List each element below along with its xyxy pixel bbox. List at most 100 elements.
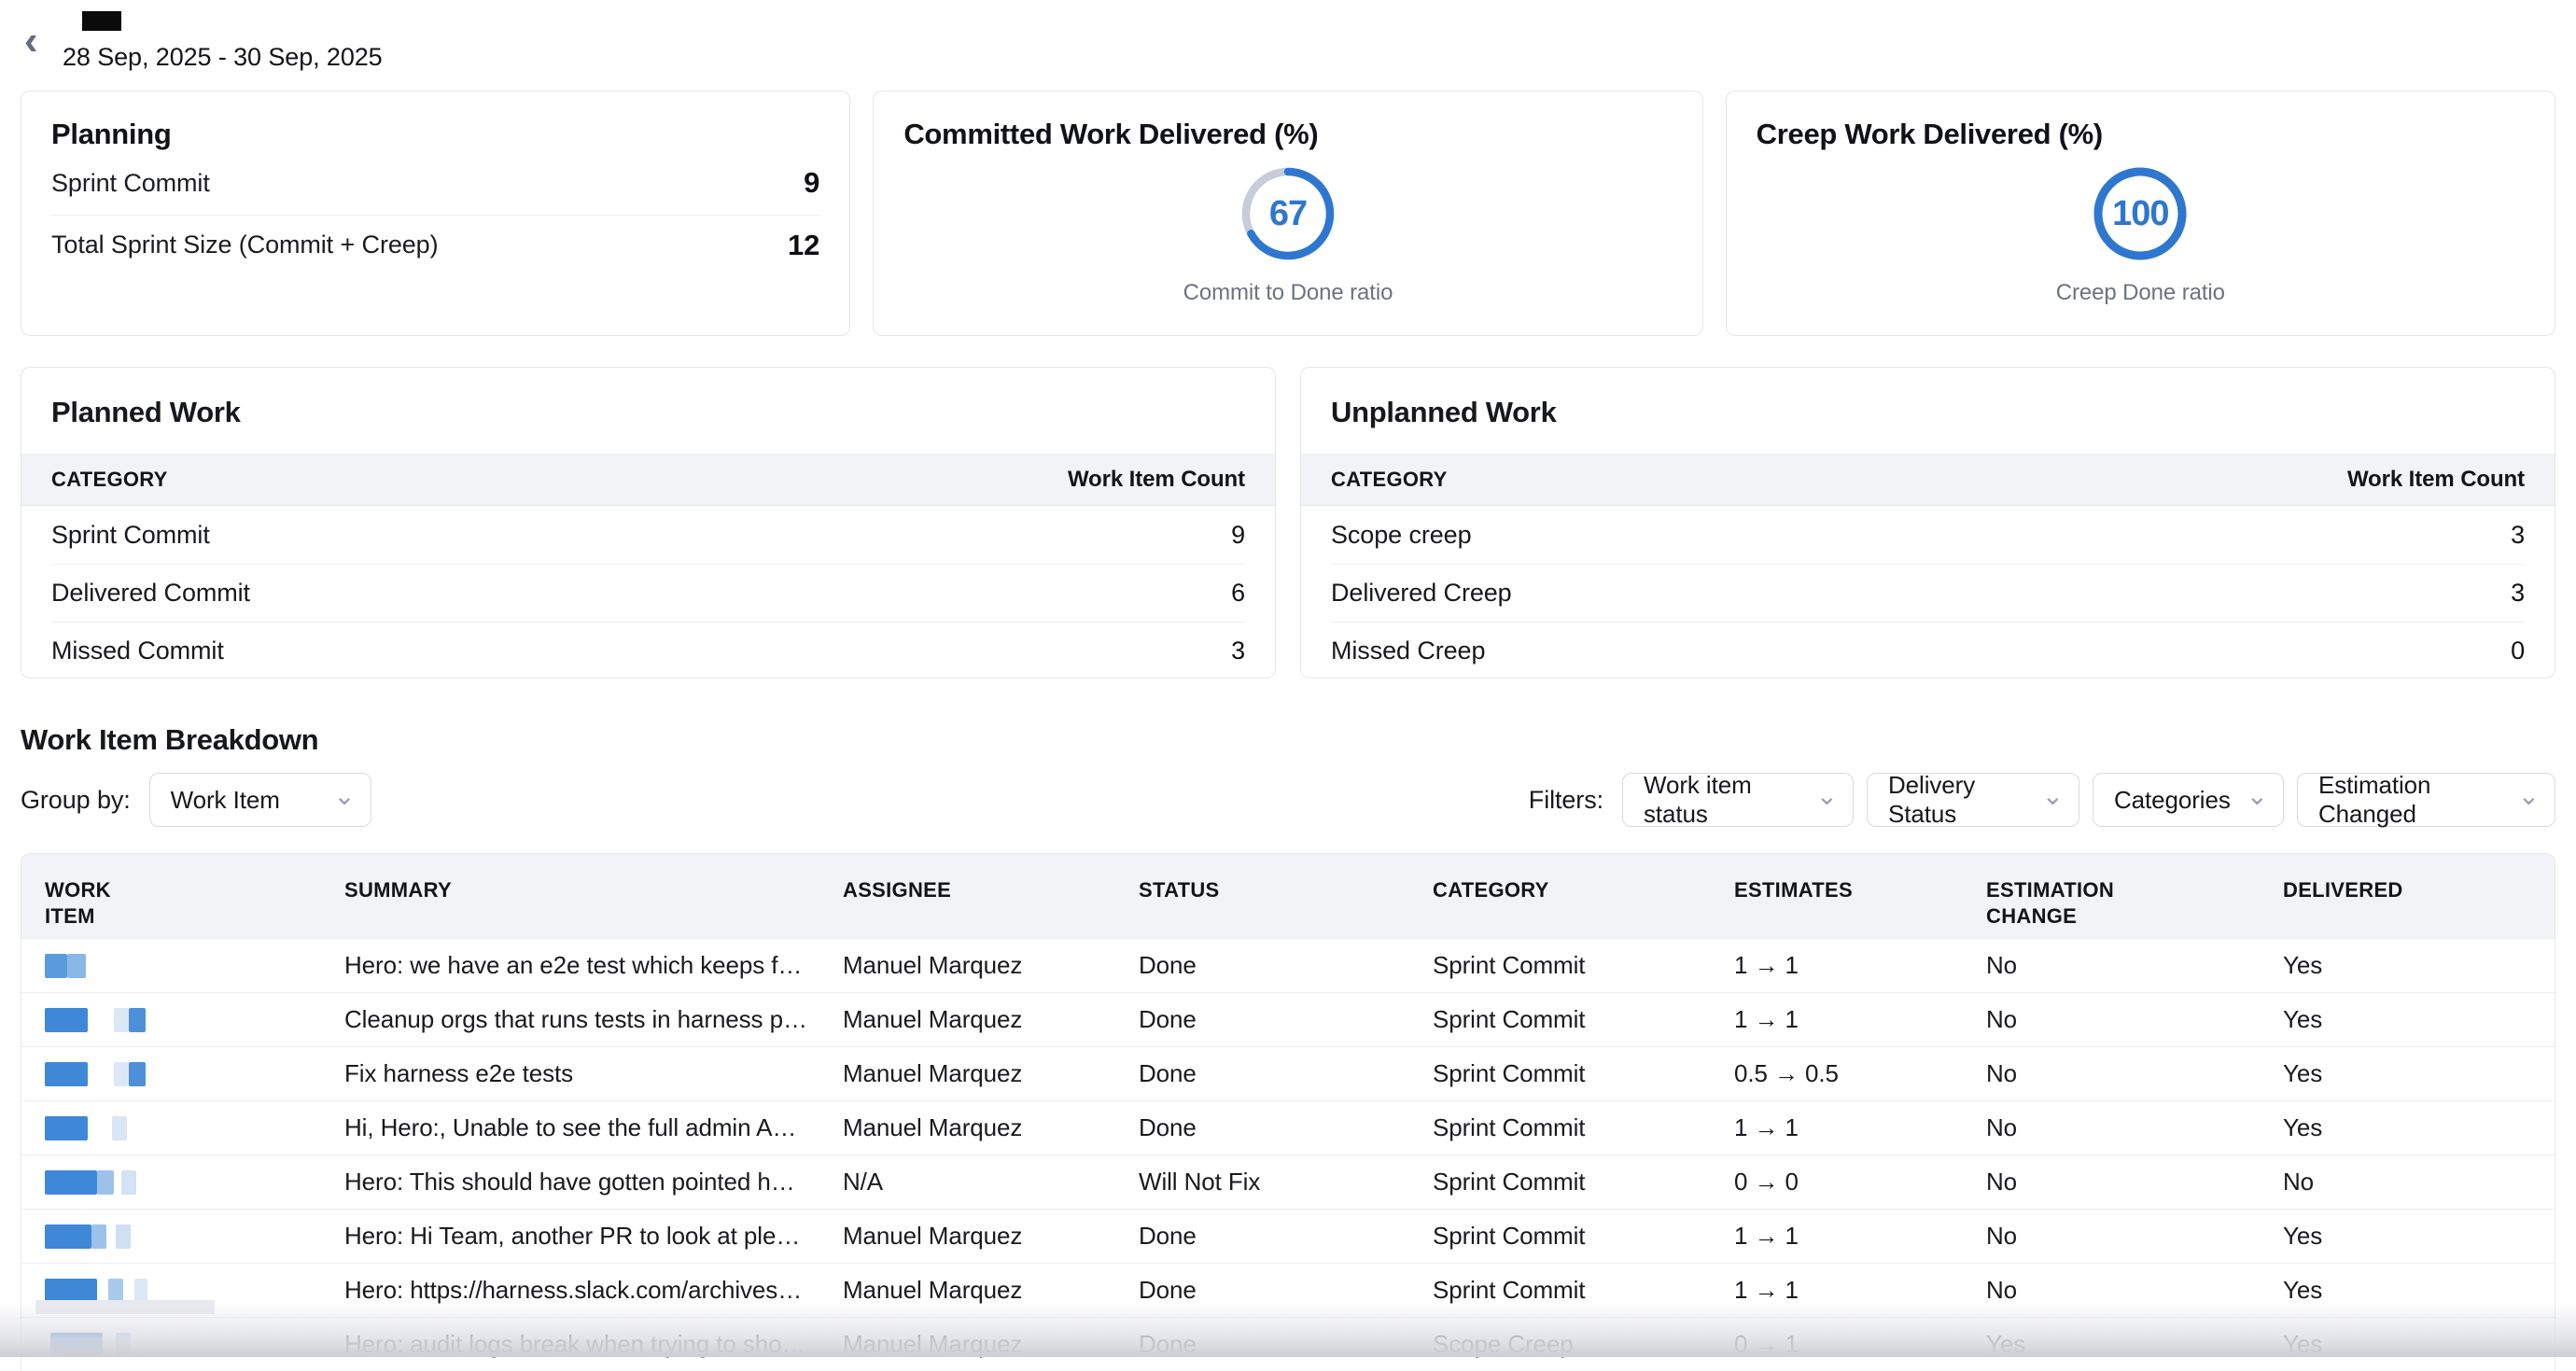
work-item-table: WORK ITEM SUMMARY ASSIGNEE STATUS CATEGO… <box>21 853 2555 1371</box>
creep-gauge-caption: Creep Done ratio <box>2056 280 2225 306</box>
chevron-down-icon: ⌄ <box>333 783 355 809</box>
planned-row-label: Delivered Commit <box>51 579 250 608</box>
filter-label: Estimation Changed <box>2318 771 2505 829</box>
unplanned-category-header: CATEGORY <box>1331 468 1448 492</box>
work-item-id-cell <box>21 1008 321 1032</box>
unplanned-work-row: Scope creep 3 <box>1331 506 2525 564</box>
planning-card-title: Planning <box>51 118 819 151</box>
col-header-category: CATEGORY <box>1409 854 1711 903</box>
planning-card: Planning Sprint Commit 9 Total Sprint Si… <box>21 91 850 336</box>
filter-select[interactable]: Work item status ⌄ <box>1622 773 1854 827</box>
work-item-row[interactable]: Fix harness e2e tests Manuel Marquez Don… <box>21 1046 2555 1100</box>
back-button[interactable]: ‹ <box>24 21 38 62</box>
planning-metric-label: Sprint Commit <box>51 169 210 198</box>
estimation-change-cell: No <box>1963 1059 2260 1088</box>
work-item-id-cell <box>21 1326 321 1364</box>
category-cell: Sprint Commit <box>1409 1113 1711 1142</box>
filters-label: Filters: <box>1529 786 1603 815</box>
work-item-row[interactable]: Cleanup orgs that runs tests in harness … <box>21 992 2555 1046</box>
planned-row-count: 3 <box>1231 637 1245 665</box>
work-item-table-header: WORK ITEM SUMMARY ASSIGNEE STATUS CATEGO… <box>21 854 2555 938</box>
col-header-delivered: DELIVERED <box>2260 854 2555 903</box>
back-chevron-icon: ‹ <box>24 18 38 63</box>
estimation-change-cell: Yes <box>1963 1330 2260 1359</box>
unplanned-work-header: CATEGORY Work Item Count <box>1301 454 2555 506</box>
planning-metric-value: 12 <box>788 229 819 262</box>
redacted-work-item-id <box>45 954 310 978</box>
summary-cell: Fix harness e2e tests <box>321 1059 819 1088</box>
planned-work-row: Sprint Commit 9 <box>51 506 1245 564</box>
work-item-row[interactable]: Hero: audit logs break when trying to sh… <box>21 1317 2555 1371</box>
estimates-cell: 0.5 → 0.5 <box>1711 1059 1963 1088</box>
redacted-work-item-id <box>45 1116 310 1140</box>
planned-work-row: Delivered Commit 6 <box>51 564 1245 622</box>
planning-metric-row: Sprint Commit 9 <box>51 153 819 213</box>
unplanned-work-row: Delivered Creep 3 <box>1331 564 2525 622</box>
filter-label: Delivery Status <box>1888 771 2029 829</box>
delivered-cell: Yes <box>2260 1222 2555 1251</box>
chevron-down-icon: ⌄ <box>2518 783 2540 809</box>
sprint-date-range: 28 Sep, 2025 - 30 Sep, 2025 <box>63 43 383 72</box>
category-cell: Sprint Commit <box>1409 1059 1711 1088</box>
committed-gauge-value: 67 <box>1239 164 1337 263</box>
unplanned-row-count: 0 <box>2511 637 2525 665</box>
col-header-status: STATUS <box>1115 854 1409 903</box>
planned-row-count: 9 <box>1231 521 1245 550</box>
work-item-id-cell <box>21 954 321 978</box>
planned-category-header: CATEGORY <box>51 468 168 492</box>
work-item-row[interactable]: Hero: we have an e2e test which keeps fa… <box>21 938 2555 992</box>
group-by-select[interactable]: Work Item ⌄ <box>149 773 371 827</box>
filter-select[interactable]: Estimation Changed ⌄ <box>2297 773 2555 827</box>
unplanned-row-count: 3 <box>2511 521 2525 550</box>
status-cell: Done <box>1115 1005 1409 1034</box>
delivered-cell: Yes <box>2260 1113 2555 1142</box>
delivered-cell: No <box>2260 1168 2555 1196</box>
unplanned-row-label: Delivered Creep <box>1331 579 1512 608</box>
planned-row-count: 6 <box>1231 579 1245 608</box>
filter-label: Work item status <box>1644 771 1803 829</box>
status-cell: Done <box>1115 951 1409 980</box>
sprint-report-page: ‹ 28 Sep, 2025 - 30 Sep, 2025 Planning S… <box>0 0 2576 1357</box>
assignee-cell: N/A <box>819 1168 1115 1196</box>
planning-metric-value: 9 <box>804 166 819 200</box>
estimation-change-cell: No <box>1963 1168 2260 1196</box>
planned-work-card: Planned Work CATEGORY Work Item Count Sp… <box>21 367 1276 679</box>
summary-cell: Cleanup orgs that runs tests in harness … <box>321 1005 819 1034</box>
category-cell: Sprint Commit <box>1409 951 1711 980</box>
group-by-value: Work Item <box>171 786 280 815</box>
work-item-row[interactable]: Hero: https://harness.slack.com/archives… <box>21 1263 2555 1317</box>
work-item-row[interactable]: Hero: This should have gotten pointed he… <box>21 1154 2555 1209</box>
work-item-row[interactable]: Hero: Hi Team, another PR to look at ple… <box>21 1209 2555 1263</box>
chevron-down-icon: ⌄ <box>1816 783 1838 809</box>
estimates-cell: 0 → 1 <box>1711 1330 1963 1359</box>
creep-gauge-value: 100 <box>2091 164 2190 263</box>
summary-cell: Hero: https://harness.slack.com/archives… <box>321 1276 819 1305</box>
page-header: ‹ 28 Sep, 2025 - 30 Sep, 2025 <box>0 0 2576 91</box>
estimation-change-cell: No <box>1963 1113 2260 1142</box>
assignee-cell: Manuel Marquez <box>819 1113 1115 1142</box>
unplanned-count-header: Work Item Count <box>2347 467 2525 493</box>
group-by-control: Group by: Work Item ⌄ <box>21 773 371 827</box>
delivered-cell: Yes <box>2260 951 2555 980</box>
planned-work-title: Planned Work <box>21 368 1275 454</box>
unplanned-work-title: Unplanned Work <box>1301 368 2555 454</box>
estimation-change-cell: No <box>1963 1222 2260 1251</box>
estimation-change-cell: No <box>1963 951 2260 980</box>
unplanned-row-label: Scope creep <box>1331 521 1472 550</box>
delivered-cell: Yes <box>2260 1330 2555 1359</box>
category-cell: Sprint Commit <box>1409 1222 1711 1251</box>
creep-work-card: Creep Work Delivered (%) 100 Creep Done … <box>1726 91 2555 336</box>
status-cell: Done <box>1115 1330 1409 1359</box>
redacted-work-item-id <box>45 1279 310 1303</box>
filter-select[interactable]: Delivery Status ⌄ <box>1867 773 2079 827</box>
col-header-estimation-change: ESTIMATION CHANGE <box>1963 854 2260 930</box>
work-item-id-cell <box>21 1224 321 1249</box>
summary-cell: Hero: This should have gotten pointed he… <box>321 1168 819 1196</box>
filter-label: Categories <box>2114 786 2231 815</box>
assignee-cell: Manuel Marquez <box>819 1222 1115 1251</box>
estimates-cell: 1 → 1 <box>1711 1276 1963 1305</box>
work-item-row[interactable]: Hi, Hero:, Unable to see the full admin … <box>21 1100 2555 1154</box>
estimates-cell: 0 → 0 <box>1711 1168 1963 1196</box>
filter-select[interactable]: Categories ⌄ <box>2093 773 2284 827</box>
committed-work-card: Committed Work Delivered (%) 67 Commit t… <box>873 91 1702 336</box>
